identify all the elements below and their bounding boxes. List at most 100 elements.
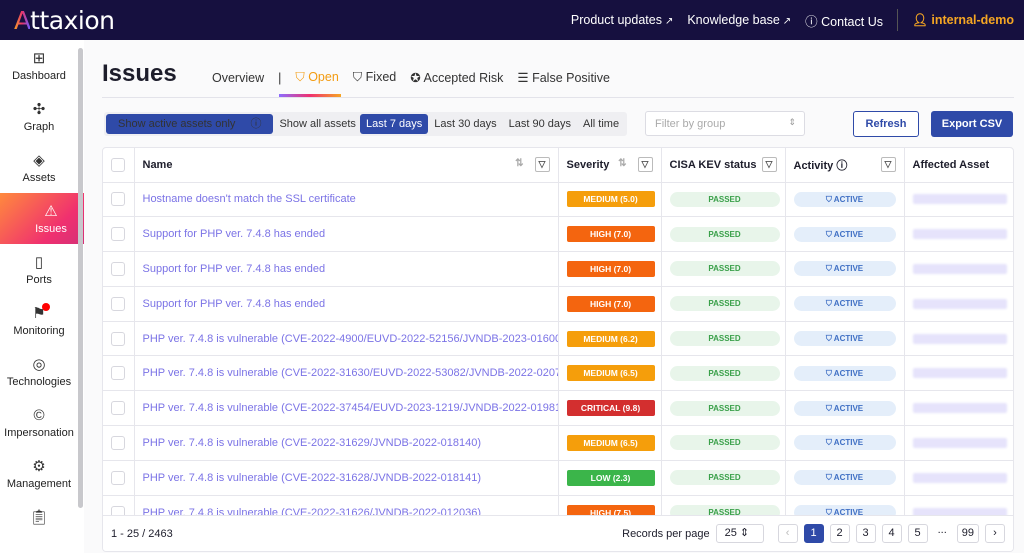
row-checkbox[interactable] (111, 435, 126, 450)
tab-overview[interactable]: Overview (212, 71, 264, 85)
redacted-asset (912, 333, 1007, 344)
user-menu[interactable]: 👤︎ internal-demo (912, 13, 1014, 28)
period-7-days[interactable]: Last 7 days (360, 114, 429, 134)
records-per-page-select[interactable]: 25 ⇕ (715, 524, 764, 543)
affected-asset-cell[interactable] (904, 286, 1013, 322)
table-row[interactable]: Support for PHP ver. 7.4.8 has ended HIG… (103, 286, 1013, 322)
sidebar-scrollbar[interactable] (78, 48, 83, 508)
next-page-button[interactable]: › (985, 524, 1005, 543)
sidebar-item-management[interactable]: ⚙ Management (0, 448, 78, 499)
table-row[interactable]: Support for PHP ver. 7.4.8 has ended HIG… (103, 251, 1013, 287)
column-severity[interactable]: Severity ⇅ ▽ (558, 148, 662, 183)
page-button[interactable]: 3 (855, 524, 876, 543)
issue-name-link[interactable]: Support for PHP ver. 7.4.8 has ended (134, 286, 559, 322)
issue-name-link[interactable]: PHP ver. 7.4.8 is vulnerable (CVE-2022-3… (134, 460, 559, 496)
sidebar-item-reports[interactable]: 📋︎ (0, 499, 78, 539)
column-name[interactable]: Name ⇅ ▽ (134, 148, 559, 183)
tab-accepted-risk[interactable]: ✪ Accepted Risk (410, 70, 503, 85)
table-row[interactable]: Support for PHP ver. 7.4.8 has ended HIG… (103, 216, 1013, 253)
tab-false-positive[interactable]: ☰ False Positive (517, 70, 610, 85)
sort-icon[interactable]: ⇅ (618, 158, 626, 169)
page-button[interactable]: 99 (956, 524, 979, 543)
affected-asset-cell[interactable] (904, 425, 1013, 461)
pagination: Records per page 25 ⇕ ‹ 1 2 3 4 5... 99 › (622, 524, 1005, 543)
affected-asset-cell[interactable] (904, 355, 1013, 392)
kev-status-badge: PASSED (669, 296, 780, 312)
sidebar-item-monitoring[interactable]: ⚑ Monitoring (0, 295, 78, 346)
refresh-button[interactable]: Refresh (853, 111, 919, 137)
period-90-days[interactable]: Last 90 days (503, 114, 577, 134)
chevron-updown-icon: ⇕ (739, 527, 750, 539)
table-row[interactable]: PHP ver. 7.4.8 is vulnerable (CVE-2022-3… (103, 460, 1013, 496)
row-checkbox[interactable] (111, 401, 126, 416)
row-checkbox[interactable] (111, 227, 126, 242)
page-button[interactable]: 4 (881, 524, 902, 543)
issue-name-link[interactable]: Support for PHP ver. 7.4.8 has ended (134, 251, 559, 287)
table-row[interactable]: PHP ver. 7.4.8 is vulnerable (CVE-2022-3… (103, 425, 1013, 461)
row-checkbox[interactable] (111, 331, 126, 346)
table-footer: 1 - 25 / 2463 Records per page 25 ⇕ ‹ 12… (103, 515, 1013, 551)
contact-us-link[interactable]: ⓘ Contact Us (805, 11, 883, 30)
sort-icon[interactable]: ⇅ (515, 158, 523, 169)
period-30-days[interactable]: Last 30 days (428, 114, 502, 134)
filter-icon[interactable]: ▽ (761, 157, 777, 172)
sidebar-item-technologies[interactable]: ◎ Technologies (0, 346, 78, 397)
issue-name-link[interactable]: PHP ver. 7.4.8 is vulnerable (CVE-2022-3… (134, 390, 559, 427)
activity-label: ACTIVE (833, 194, 864, 204)
period-all-time[interactable]: All time (577, 114, 625, 134)
knowledge-base-link[interactable]: Knowledge base ↗ (687, 13, 791, 27)
shield-icon: ⛉ (825, 403, 834, 413)
issue-name-link[interactable]: Support for PHP ver. 7.4.8 has ended (134, 216, 559, 253)
column-activity[interactable]: Activity ⓘ ▽ (785, 148, 905, 183)
row-checkbox[interactable] (111, 296, 126, 311)
severity-cell: MEDIUM (5.0) (558, 182, 662, 218)
filter-icon[interactable]: ▽ (880, 157, 896, 172)
affected-asset-cell[interactable] (904, 390, 1013, 427)
table-row[interactable]: PHP ver. 7.4.8 is vulnerable (CVE-2022-3… (103, 355, 1013, 392)
sidebar-item-impersonation[interactable]: © Impersonation (0, 397, 78, 448)
filter-icon[interactable]: ▽ (637, 157, 653, 172)
export-csv-button[interactable]: Export CSV (931, 111, 1013, 137)
issue-name-link[interactable]: Hostname doesn't match the SSL certifica… (134, 182, 559, 218)
logo[interactable]: Attaxion (14, 6, 115, 35)
show-active-assets-button[interactable]: Show active assets only ⓘ (106, 114, 274, 134)
period-toggle: Last 7 days Last 30 days Last 90 days Al… (358, 112, 628, 136)
row-checkbox[interactable] (111, 470, 126, 485)
select-all-checkbox[interactable] (111, 157, 126, 172)
group-filter-select[interactable]: Filter by group ⇕ (645, 111, 805, 136)
activity-label: ACTIVE (833, 264, 864, 274)
sidebar-item-assets[interactable]: ◈ Assets (0, 142, 78, 193)
issue-name-link[interactable]: PHP ver. 7.4.8 is vulnerable (CVE-2022-3… (134, 355, 559, 392)
issue-name-link[interactable]: PHP ver. 7.4.8 is vulnerable (CVE-2022-3… (134, 425, 559, 461)
tab-open[interactable]: ⛉ Open (279, 70, 342, 97)
affected-asset-cell[interactable] (904, 216, 1013, 253)
sidebar-item-dashboard[interactable]: ⊞ Dashboard (0, 40, 78, 91)
column-affected-asset[interactable]: Affected Asset (904, 148, 1013, 183)
prev-page-button[interactable]: ‹ (777, 524, 798, 543)
table-row[interactable]: PHP ver. 7.4.8 is vulnerable (CVE-2022-4… (103, 321, 1013, 357)
table-row[interactable]: PHP ver. 7.4.8 is vulnerable (CVE-2022-3… (103, 390, 1013, 427)
issue-tabs: Overview | ⛉ Open ⛉ Fixed ✪ Accepted Ris… (212, 70, 610, 97)
row-checkbox[interactable] (111, 366, 126, 381)
column-cisa-kev[interactable]: CISA KEV status ▽ (661, 148, 786, 183)
redacted-asset (912, 368, 1007, 379)
page-button[interactable]: 5 (907, 524, 928, 543)
affected-asset-cell[interactable] (904, 182, 1013, 218)
page-button[interactable]: 1 (803, 524, 824, 543)
row-checkbox[interactable] (111, 192, 126, 207)
page-button[interactable]: 2 (829, 524, 850, 543)
affected-asset-cell[interactable] (904, 460, 1013, 496)
sidebar-item-graph[interactable]: ✣ Graph (0, 91, 78, 142)
tab-fixed[interactable]: ⛉ Fixed (353, 70, 396, 85)
affected-asset-cell[interactable] (904, 251, 1013, 287)
product-updates-link[interactable]: Product updates ↗ (571, 13, 673, 27)
issue-name-link[interactable]: PHP ver. 7.4.8 is vulnerable (CVE-2022-4… (134, 321, 559, 357)
filter-icon[interactable]: ▽ (534, 157, 550, 172)
affected-asset-cell[interactable] (904, 321, 1013, 357)
table-row[interactable]: Hostname doesn't match the SSL certifica… (103, 182, 1013, 218)
issues-table: Name ⇅ ▽ Severity ⇅ ▽ CISA KEV status ▽ Activ… (102, 147, 1014, 552)
sidebar-item-ports[interactable]: ▯ Ports (0, 244, 78, 295)
row-checkbox[interactable] (111, 261, 126, 276)
chevron-updown-icon: ⇕ (788, 117, 796, 127)
show-all-assets-button[interactable]: Show all assets (273, 114, 361, 134)
